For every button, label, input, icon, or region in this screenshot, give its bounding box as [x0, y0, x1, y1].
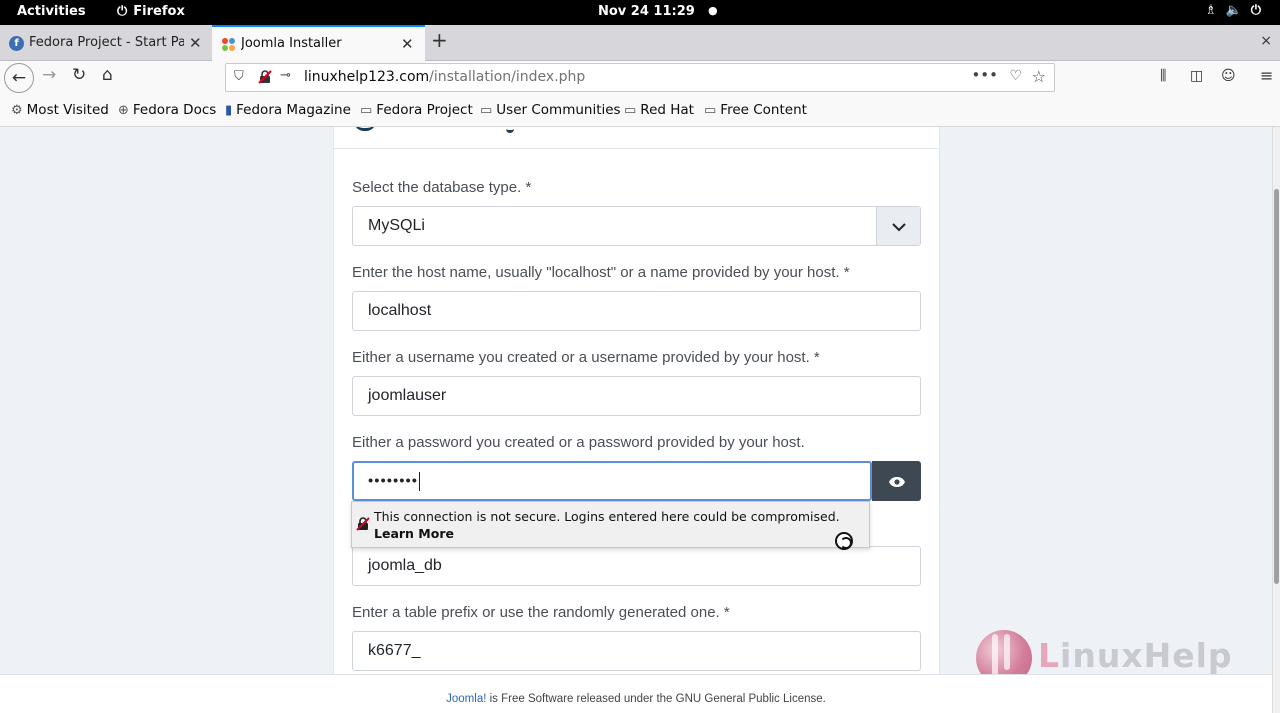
chevron-down-icon[interactable] — [876, 207, 920, 245]
bookmark-label: Most Visited — [26, 102, 109, 118]
close-tab-icon[interactable]: ✕ — [401, 35, 414, 53]
bookmark-red-hat[interactable]: ▭ Red Hat — [624, 102, 694, 118]
bookmark-label: Fedora Docs — [132, 102, 217, 118]
footer-text: is Free Software released under the GNU … — [486, 693, 826, 705]
db-type-select[interactable]: MySQLi — [352, 206, 921, 246]
folder-icon: ▭ — [480, 103, 493, 118]
key-icon[interactable]: ⊸ — [280, 68, 291, 83]
url-bar[interactable]: ⛉ ⊸ linuxhelp123.com/installation/index.… — [225, 63, 1055, 92]
folder-icon: ▭ — [360, 103, 373, 118]
prefix-label: Enter a table prefix or use the randomly… — [352, 604, 730, 621]
folder-icon: ▭ — [704, 103, 717, 118]
url-path: /installation/index.php — [429, 69, 586, 85]
database-name-input[interactable]: joomla_db — [352, 546, 921, 586]
fm-icon: ▮ — [225, 103, 233, 118]
username-input[interactable]: joomlauser — [352, 376, 921, 416]
tab-joomla-installer[interactable]: Joomla Installer ✕ — [212, 25, 425, 61]
bookmark-label: Free Content — [720, 102, 807, 118]
system-tray[interactable]: ♗🔈⏻ — [1205, 3, 1270, 18]
page-viewport: Select the database type. * MySQLi Enter… — [0, 127, 1272, 674]
tab-label: Fedora Project - Start Pa — [29, 35, 184, 50]
mouse-cursor-icon — [835, 532, 853, 550]
bookmark-label: Fedora Project — [376, 102, 473, 118]
new-tab-button[interactable]: + — [431, 28, 448, 52]
learn-more-link[interactable]: Learn More — [374, 526, 454, 541]
bookmarks-toolbar: ⚙ Most Visited ⊕ Fedora Docs ▮ Fedora Magaz… — [0, 95, 1280, 127]
watermark-text: LinuxHelp — [1038, 636, 1233, 675]
bookmark-fedora-project[interactable]: ▭ Fedora Project — [360, 102, 473, 118]
eye-icon — [888, 471, 906, 490]
page-actions-icon[interactable]: ••• — [971, 66, 998, 84]
password-value: •••••••• — [368, 472, 419, 490]
tab-strip: f Fedora Project - Start Pa ✕ Joomla Ins… — [0, 25, 1280, 61]
forward-button[interactable]: → — [42, 65, 56, 85]
clock[interactable]: Nov 24 11:29 — [598, 4, 695, 19]
insecure-lock-icon — [356, 517, 370, 531]
reload-button[interactable]: ↻ — [72, 65, 86, 85]
card-header-cropped — [334, 127, 939, 149]
insecure-lock-icon[interactable] — [258, 69, 272, 84]
text-caret — [419, 472, 421, 491]
app-menu[interactable]: ⏻ Firefox — [117, 4, 185, 19]
header-title-fragment — [506, 127, 514, 133]
gear-icon: ⚙ — [11, 103, 23, 118]
firefox-app-icon: ⏻ — [117, 4, 128, 19]
host-input[interactable]: localhost — [352, 291, 921, 331]
password-label: Either a password you created or a passw… — [352, 434, 805, 451]
sidebar-icon[interactable]: ◫ — [1190, 68, 1203, 84]
bookmark-label: Fedora Magazine — [236, 102, 351, 118]
hamburger-menu-icon[interactable]: ≡ — [1260, 66, 1273, 85]
network-icon: ♗ — [1204, 3, 1226, 18]
notification-dot: ● — [708, 4, 718, 17]
home-button[interactable]: ⌂ — [102, 65, 113, 85]
url-domain: linuxhelp123.com — [304, 69, 430, 85]
back-button[interactable]: ← — [4, 63, 34, 93]
url-text: linuxhelp123.com/installation/index.php — [304, 69, 585, 85]
activities-button[interactable]: Activities — [17, 4, 86, 19]
bookmark-user-communities[interactable]: ▭ User Communities — [480, 102, 621, 118]
app-name: Firefox — [133, 4, 185, 19]
power-icon: ⏻ — [1250, 3, 1270, 18]
bookmark-fedora-magazine[interactable]: ▮ Fedora Magazine — [225, 102, 351, 118]
watermark-letter: L — [1038, 636, 1061, 675]
bookmark-star-icon[interactable]: ☆ — [1032, 67, 1046, 86]
username-label: Either a username you created or a usern… — [352, 349, 820, 366]
vertical-scrollbar[interactable] — [1272, 127, 1280, 713]
pocket-icon[interactable]: ♡ — [1009, 68, 1022, 84]
watermark-rest: inuxHelp — [1060, 636, 1233, 675]
volume-icon: 🔈 — [1225, 3, 1251, 18]
prefix-input[interactable]: k6677_ — [352, 631, 921, 671]
system-top-bar: Activities ⏻ Firefox Nov 24 11:29 ● ♗🔈⏻ — [0, 0, 1280, 25]
host-label: Enter the host name, usually "localhost"… — [352, 264, 850, 281]
tracking-shield-icon[interactable]: ⛉ — [234, 69, 244, 84]
scrollbar-thumb[interactable] — [1274, 189, 1279, 584]
navigation-toolbar: ← → ↻ ⌂ ⛉ ⊸ linuxhelp123.com/installatio… — [0, 61, 1280, 95]
window-close-button[interactable]: × — [1260, 33, 1272, 49]
password-input[interactable]: •••••••• — [352, 461, 872, 501]
installer-card: Select the database type. * MySQLi Enter… — [333, 127, 940, 674]
globe-icon: ⊕ — [118, 103, 129, 118]
bookmark-label: User Communities — [496, 102, 621, 118]
bookmark-fedora-docs[interactable]: ⊕ Fedora Docs — [118, 102, 216, 118]
joomla-logo-icon — [354, 127, 376, 131]
bookmark-label: Red Hat — [640, 102, 694, 118]
folder-icon: ▭ — [624, 103, 637, 118]
tab-label: Joomla Installer — [241, 36, 342, 51]
show-password-button[interactable] — [872, 461, 921, 501]
close-tab-icon[interactable]: ✕ — [189, 34, 202, 52]
popup-message: This connection is not secure. Logins en… — [374, 509, 840, 524]
tab-fedora-project[interactable]: f Fedora Project - Start Pa ✕ — [0, 27, 212, 60]
account-icon[interactable]: ☺ — [1221, 68, 1236, 84]
page-footer: Joomla! is Free Software released under … — [0, 674, 1272, 713]
db-type-value: MySQLi — [368, 217, 425, 234]
db-type-label: Select the database type. * — [352, 179, 532, 196]
insecure-login-popup[interactable]: This connection is not secure. Logins en… — [351, 501, 870, 550]
library-icon[interactable]: ⫼ — [1160, 68, 1166, 84]
joomla-icon — [221, 37, 236, 52]
joomla-link[interactable]: Joomla! — [446, 693, 486, 705]
bookmark-free-content[interactable]: ▭ Free Content — [704, 102, 807, 118]
bookmark-most-visited[interactable]: ⚙ Most Visited — [11, 102, 109, 118]
fedora-icon: f — [9, 36, 24, 51]
